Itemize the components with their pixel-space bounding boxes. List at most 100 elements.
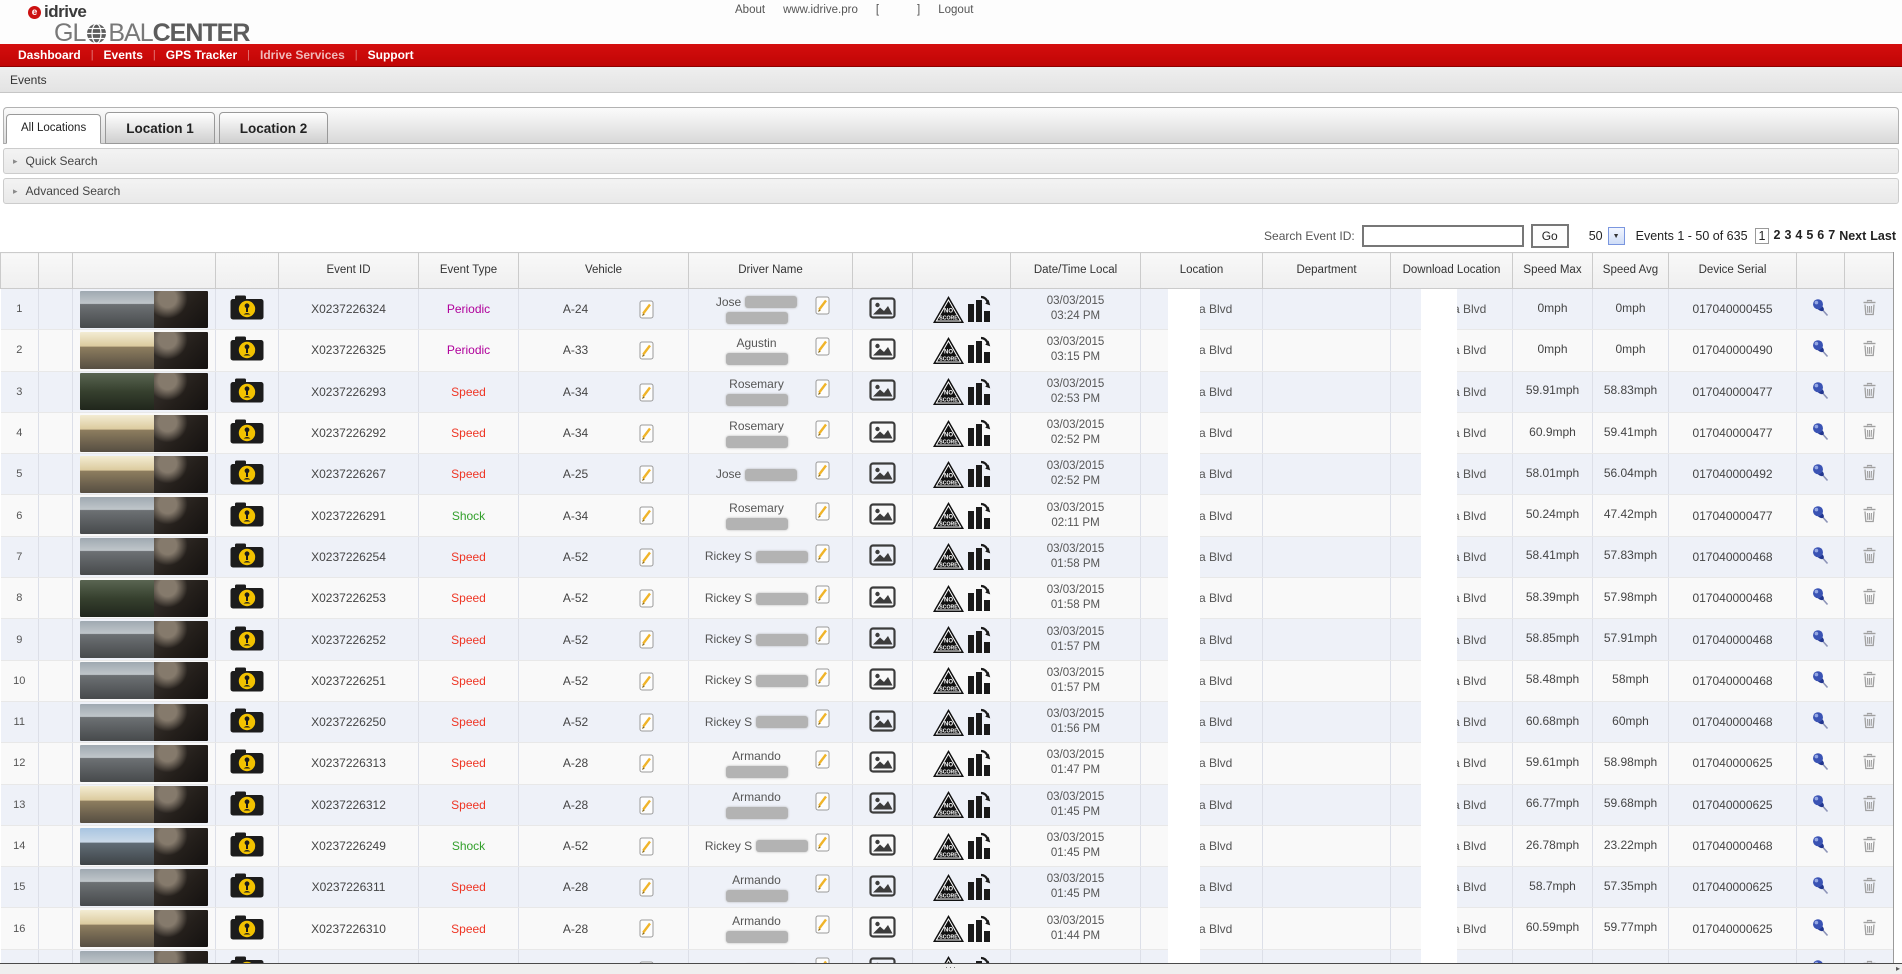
pushpin-icon[interactable]	[1811, 505, 1830, 524]
event-video-thumbnail[interactable]	[80, 538, 208, 575]
edit-driver-icon[interactable]	[815, 420, 830, 439]
edit-driver-icon[interactable]	[815, 337, 830, 356]
nav-item-gps-tracker[interactable]: GPS Tracker	[156, 48, 247, 62]
camera-icon[interactable]	[229, 914, 265, 941]
camera-icon[interactable]	[229, 955, 265, 963]
event-video-thumbnail[interactable]	[80, 704, 208, 741]
score-chart-icon[interactable]	[967, 543, 991, 571]
nav-item-events[interactable]: Events	[94, 48, 153, 62]
camera-icon[interactable]	[229, 707, 265, 734]
trash-icon[interactable]	[1862, 919, 1877, 936]
pushpin-icon[interactable]	[1811, 381, 1830, 400]
snapshot-image-icon[interactable]	[869, 875, 896, 897]
snapshot-image-icon[interactable]	[869, 792, 896, 814]
snapshot-image-icon[interactable]	[869, 916, 896, 938]
event-video-thumbnail[interactable]	[80, 291, 208, 328]
scrollbar-grip[interactable]: ···	[945, 962, 957, 972]
pushpin-icon[interactable]	[1811, 670, 1830, 689]
trash-icon[interactable]	[1862, 464, 1877, 481]
edit-driver-icon[interactable]	[815, 296, 830, 315]
edit-driver-icon[interactable]	[815, 626, 830, 645]
trash-icon[interactable]	[1862, 382, 1877, 399]
scrollbar-right-arrow-icon[interactable]: ▸	[1896, 964, 1900, 973]
event-video-thumbnail[interactable]	[80, 415, 208, 452]
snapshot-image-icon[interactable]	[869, 338, 896, 360]
logout-link[interactable]: Logout	[938, 4, 973, 16]
nav-item-dashboard[interactable]: Dashboard	[8, 48, 91, 62]
trash-icon[interactable]	[1862, 712, 1877, 729]
pushpin-icon[interactable]	[1811, 918, 1830, 937]
page-link-7[interactable]: 7	[1828, 228, 1835, 244]
page-link-1[interactable]: 1	[1755, 228, 1770, 244]
page-link-5[interactable]: 5	[1806, 228, 1813, 244]
snapshot-image-icon[interactable]	[869, 297, 896, 319]
snapshot-image-icon[interactable]	[869, 586, 896, 608]
quick-search-panel[interactable]: ▸ Quick Search	[3, 148, 1899, 174]
pushpin-icon[interactable]	[1811, 339, 1830, 358]
score-chart-icon[interactable]	[967, 336, 991, 364]
edit-vehicle-icon[interactable]	[639, 837, 654, 856]
trash-icon[interactable]	[1862, 506, 1877, 523]
trash-icon[interactable]	[1862, 671, 1877, 688]
camera-icon[interactable]	[229, 501, 265, 528]
event-video-thumbnail[interactable]	[80, 580, 208, 617]
edit-vehicle-icon[interactable]	[639, 754, 654, 773]
trash-icon[interactable]	[1862, 753, 1877, 770]
trash-icon[interactable]	[1862, 299, 1877, 316]
snapshot-image-icon[interactable]	[869, 462, 896, 484]
edit-vehicle-icon[interactable]	[639, 465, 654, 484]
camera-icon[interactable]	[229, 377, 265, 404]
score-chart-icon[interactable]	[967, 708, 991, 736]
advanced-search-panel[interactable]: ▸ Advanced Search	[3, 178, 1899, 204]
chevron-down-icon[interactable]: ▼	[1608, 227, 1625, 245]
pushpin-icon[interactable]	[1811, 463, 1830, 482]
edit-driver-icon[interactable]	[815, 915, 830, 934]
camera-icon[interactable]	[229, 418, 265, 445]
camera-icon[interactable]	[229, 872, 265, 899]
pushpin-icon[interactable]	[1811, 835, 1830, 854]
page-link-3[interactable]: 3	[1784, 228, 1791, 244]
nav-item-idrive-services[interactable]: Idrive Services	[250, 48, 355, 62]
score-chart-icon[interactable]	[967, 502, 991, 530]
snapshot-image-icon[interactable]	[869, 834, 896, 856]
event-video-thumbnail[interactable]	[80, 869, 208, 906]
score-chart-icon[interactable]	[967, 791, 991, 819]
camera-icon[interactable]	[229, 625, 265, 652]
score-chart-icon[interactable]	[967, 915, 991, 943]
edit-vehicle-icon[interactable]	[639, 424, 654, 443]
horizontal-scrollbar[interactable]: ··· ▸	[0, 963, 1902, 974]
snapshot-image-icon[interactable]	[869, 544, 896, 566]
edit-driver-icon[interactable]	[815, 461, 830, 480]
event-video-thumbnail[interactable]	[80, 951, 208, 963]
event-video-thumbnail[interactable]	[80, 910, 208, 947]
camera-icon[interactable]	[229, 666, 265, 693]
pushpin-icon[interactable]	[1811, 587, 1830, 606]
nav-item-support[interactable]: Support	[358, 48, 424, 62]
score-chart-icon[interactable]	[967, 956, 991, 963]
event-video-thumbnail[interactable]	[80, 828, 208, 865]
edit-vehicle-icon[interactable]	[639, 630, 654, 649]
snapshot-image-icon[interactable]	[869, 627, 896, 649]
edit-vehicle-icon[interactable]	[639, 919, 654, 938]
trash-icon[interactable]	[1862, 547, 1877, 564]
tab-location-2[interactable]: Location 2	[219, 112, 329, 144]
score-chart-icon[interactable]	[967, 667, 991, 695]
last-page-link[interactable]: Last	[1870, 229, 1896, 243]
event-video-thumbnail[interactable]	[80, 497, 208, 534]
event-video-thumbnail[interactable]	[80, 332, 208, 369]
trash-icon[interactable]	[1862, 795, 1877, 812]
pushpin-icon[interactable]	[1811, 711, 1830, 730]
page-link-6[interactable]: 6	[1817, 228, 1824, 244]
search-event-id-input[interactable]	[1362, 225, 1524, 247]
trash-icon[interactable]	[1862, 588, 1877, 605]
event-video-thumbnail[interactable]	[80, 745, 208, 782]
edit-vehicle-icon[interactable]	[639, 300, 654, 319]
edit-driver-icon[interactable]	[815, 750, 830, 769]
tab-all-locations[interactable]: All Locations	[6, 114, 101, 144]
edit-driver-icon[interactable]	[815, 544, 830, 563]
edit-driver-icon[interactable]	[815, 709, 830, 728]
page-link-4[interactable]: 4	[1795, 228, 1802, 244]
next-page-link[interactable]: Next	[1839, 229, 1866, 243]
camera-icon[interactable]	[229, 748, 265, 775]
score-chart-icon[interactable]	[967, 295, 991, 323]
